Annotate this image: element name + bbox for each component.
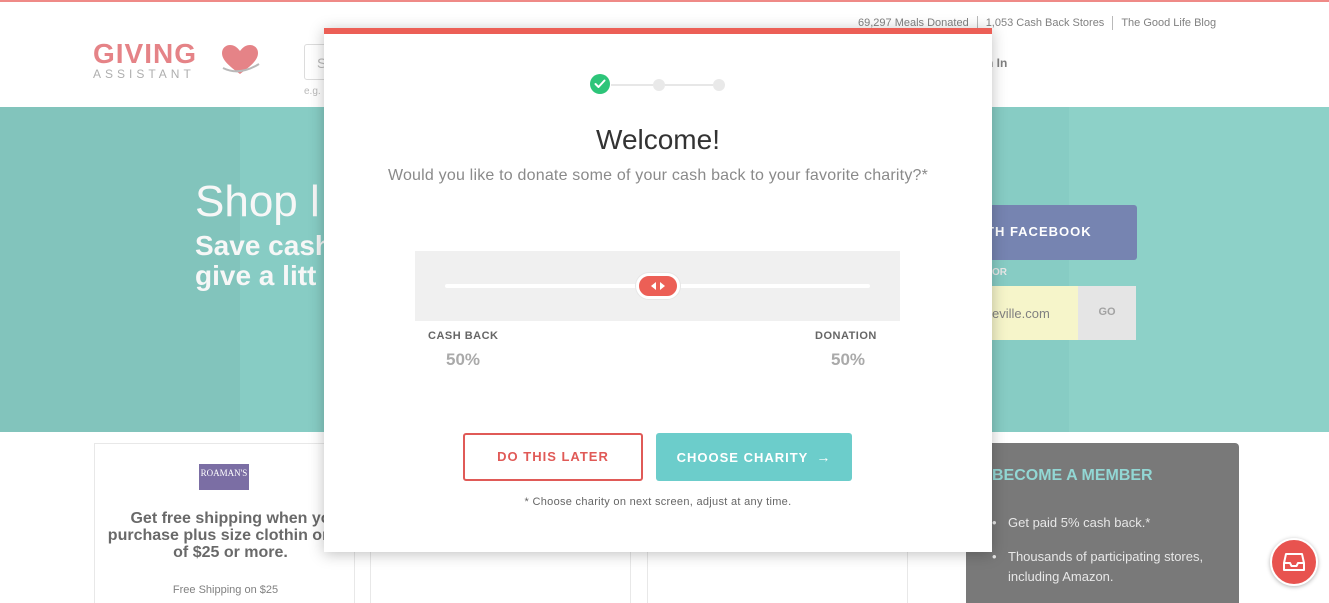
step-connector — [611, 84, 653, 86]
cash-back-value: 50% — [446, 350, 481, 369]
welcome-modal: Welcome! Would you like to donate some o… — [324, 28, 992, 552]
do-this-later-button[interactable]: DO THIS LATER — [463, 433, 643, 481]
slider-handle[interactable] — [635, 273, 680, 299]
step-connector — [665, 84, 713, 86]
modal-question: Would you like to donate some of your ca… — [387, 167, 929, 184]
step-2-dot — [653, 79, 665, 91]
step-3-dot — [713, 79, 725, 91]
choose-charity-label: CHOOSE CHARITY — [676, 450, 809, 465]
donation-value: 50% — [831, 350, 866, 369]
modal-accent-bar — [324, 28, 992, 34]
step-1-complete — [590, 74, 610, 94]
modal-title: Welcome! — [596, 124, 720, 155]
arrow-right-icon: → — [816, 449, 832, 465]
inbox-icon — [1283, 553, 1305, 571]
donation-label: DONATION — [815, 330, 877, 342]
choose-charity-button[interactable]: CHOOSE CHARITY → — [656, 433, 852, 481]
left-right-arrows-icon — [650, 282, 665, 290]
inbox-button[interactable] — [1270, 538, 1318, 586]
donation-slider[interactable] — [415, 251, 900, 321]
check-icon — [594, 79, 606, 88]
cash-back-label: CASH BACK — [428, 330, 499, 342]
modal-footnote: * Choose charity on next screen, adjust … — [524, 496, 792, 508]
progress-stepper — [589, 74, 729, 94]
